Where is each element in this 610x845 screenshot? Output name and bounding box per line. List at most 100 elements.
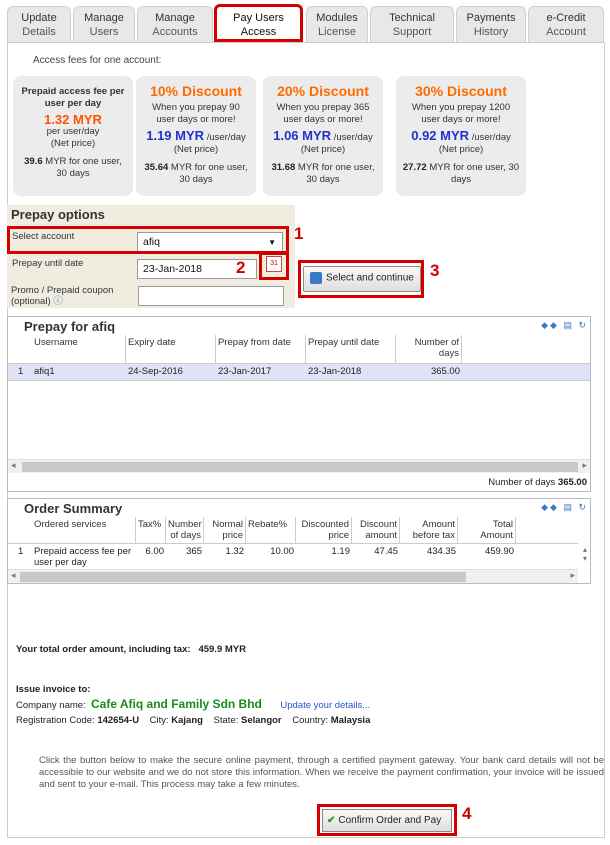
card-bottom-text: MYR for one user, 30 days: [297, 162, 375, 185]
cell-until: 23-Jan-2018: [308, 366, 362, 377]
cell-total: 459.90: [484, 546, 514, 557]
card-desc: When you prepay 1200 user days or more!: [411, 102, 511, 125]
column-header[interactable]: Discounted price: [296, 517, 352, 543]
tab-manage-accounts[interactable]: Manage Accounts: [137, 6, 213, 42]
fee-card-20: 20% Discount When you prepay 365 user da…: [263, 76, 383, 196]
table-row[interactable]: 1 afiq1 24-Sep-2016 23-Jan-2017 23-Jan-2…: [8, 363, 590, 381]
column-header[interactable]: Prepay from date: [216, 335, 306, 363]
highlight-box-1: [7, 226, 289, 254]
scrollbar-thumb[interactable]: [20, 572, 466, 582]
city-label: City:: [149, 715, 169, 726]
cell-discounted-price: 1.19: [331, 546, 351, 557]
tab-payments-history[interactable]: Payments History: [456, 6, 526, 42]
scroll-right-icon[interactable]: ▸: [570, 570, 575, 581]
order-summary-title: Order Summary: [24, 501, 123, 516]
reg-value: 142654-U: [97, 715, 140, 726]
scroll-left-icon[interactable]: ◂: [11, 460, 16, 471]
reg-label: Registration Code:: [16, 715, 95, 726]
card-bottom-text: MYR for one user, 30 days: [170, 162, 248, 185]
card-unit: /user/day: [333, 132, 373, 143]
column-header[interactable]: Normal price: [204, 517, 246, 543]
column-header[interactable]: Rebate%: [246, 517, 296, 543]
info-icon[interactable]: ⓘ: [53, 296, 63, 307]
prepay-options-title: Prepay options: [11, 207, 105, 222]
tab-label: e-Credit: [546, 12, 586, 24]
invoice-title: Issue invoice to:: [16, 684, 91, 695]
tab-update-details[interactable]: Update Details: [7, 6, 71, 42]
tab-bar: Update Details Manage Users Manage Accounts…: [7, 4, 605, 43]
highlight-box-4: [317, 804, 457, 836]
column-header[interactable]: Amount before tax: [400, 517, 458, 543]
table-row[interactable]: 1 Prepaid access fee per user per day 6.…: [8, 543, 578, 568]
card-bottom-text: MYR for one user, 30 days: [429, 162, 520, 185]
card-price: 1.19 MYR: [146, 128, 205, 143]
column-header[interactable]: Number of days: [396, 335, 462, 363]
card-head: 10% Discount: [150, 83, 242, 99]
card-note: (Net price): [438, 144, 484, 155]
tab-label: Payments: [466, 12, 516, 24]
row-index: 1: [18, 366, 24, 377]
tab-pay-users-access[interactable]: Pay Users Access: [214, 4, 303, 42]
card-note: (Net price): [50, 138, 96, 149]
cell-discount-amount: 47.45: [374, 546, 398, 557]
cell-days: 365.00: [430, 366, 460, 377]
column-header[interactable]: Total Amount: [458, 517, 516, 543]
country-value: Malaysia: [330, 715, 371, 726]
table-tools-icon[interactable]: ◆◆ ▤ ↻: [541, 320, 588, 331]
prepay-until-label: Prepay until date: [12, 258, 84, 269]
tab-modules-license[interactable]: Modules License: [306, 6, 368, 42]
tab-e-credit-account[interactable]: e-Credit Account: [528, 6, 604, 42]
card-bottom-value: 31.68: [271, 162, 296, 173]
cell-tax: 6.00: [145, 546, 165, 557]
tab-label: Technical: [389, 12, 435, 24]
state-value: Selangor: [240, 715, 282, 726]
column-header[interactable]: Expiry date: [126, 335, 216, 363]
fees-title: Access fees for one account:: [33, 55, 162, 66]
card-unit: /user/day: [471, 132, 511, 143]
card-bottom-value: 35.64: [144, 162, 169, 173]
cell-username: afiq1: [34, 366, 55, 377]
vertical-scrollbar[interactable]: ▴ ▾: [583, 545, 587, 563]
tab-sublabel: History: [473, 26, 509, 38]
cell-service: Prepaid access fee per user per day: [34, 546, 132, 568]
cell-rebate: 10.00: [270, 546, 294, 557]
tab-technical-support[interactable]: Technical Support: [370, 6, 454, 42]
days-footer-label: Number of days: [488, 477, 556, 488]
scroll-right-icon[interactable]: ▸: [582, 460, 587, 471]
card-desc: When you prepay 365 user days or more!: [276, 102, 370, 125]
company-label: Company name:: [16, 700, 86, 711]
horizontal-scrollbar[interactable]: ◂ ▸: [8, 459, 590, 473]
card-head: 20% Discount: [277, 83, 369, 99]
tab-sublabel: Details: [22, 26, 56, 38]
card-desc: When you prepay 90 user days or more!: [152, 102, 240, 125]
horizontal-scrollbar[interactable]: ◂ ▸: [8, 569, 578, 583]
marker-2: 2: [236, 258, 246, 277]
card-unit: /user/day: [206, 132, 246, 143]
column-header[interactable]: Username: [32, 335, 126, 363]
column-header[interactable]: Discount amount: [352, 517, 400, 543]
fee-card-base: Prepaid access fee per user per day 1.32…: [13, 76, 133, 196]
prepay-table-title: Prepay for afiq: [24, 319, 116, 334]
company-row: Company name: Cafe Afiq and Family Sdn B…: [16, 697, 370, 711]
card-unit: per user/day: [46, 126, 100, 137]
state-label: State:: [213, 715, 239, 726]
scroll-left-icon[interactable]: ◂: [11, 570, 16, 581]
scrollbar-thumb[interactable]: [22, 462, 578, 472]
card-note: (Net price): [173, 144, 219, 155]
tab-manage-users[interactable]: Manage Users: [73, 6, 135, 42]
coupon-input[interactable]: [138, 286, 284, 306]
column-header[interactable]: Ordered services: [32, 517, 136, 543]
registration-row: Registration Code: 142654-U City: Kajang…: [16, 715, 370, 726]
fee-card-30: 30% Discount When you prepay 1200 user d…: [396, 76, 526, 196]
column-header[interactable]: Number of days: [166, 517, 204, 543]
column-header[interactable]: Tax%: [136, 517, 166, 543]
table-tools-icon[interactable]: ◆◆ ▤ ↻: [541, 502, 588, 513]
days-footer: Number of days 365.00: [488, 477, 587, 488]
payment-notice: Click the button below to make the secur…: [39, 755, 604, 790]
column-header[interactable]: Prepay until date: [306, 335, 396, 363]
tab-label: Manage: [155, 12, 195, 24]
tab-label: Pay Users: [233, 12, 284, 24]
prepay-table-panel: Prepay for afiq ◆◆ ▤ ↻ Username Expiry d…: [7, 316, 591, 492]
marker-3: 3: [430, 261, 440, 280]
update-details-link[interactable]: Update your details...: [280, 700, 370, 711]
